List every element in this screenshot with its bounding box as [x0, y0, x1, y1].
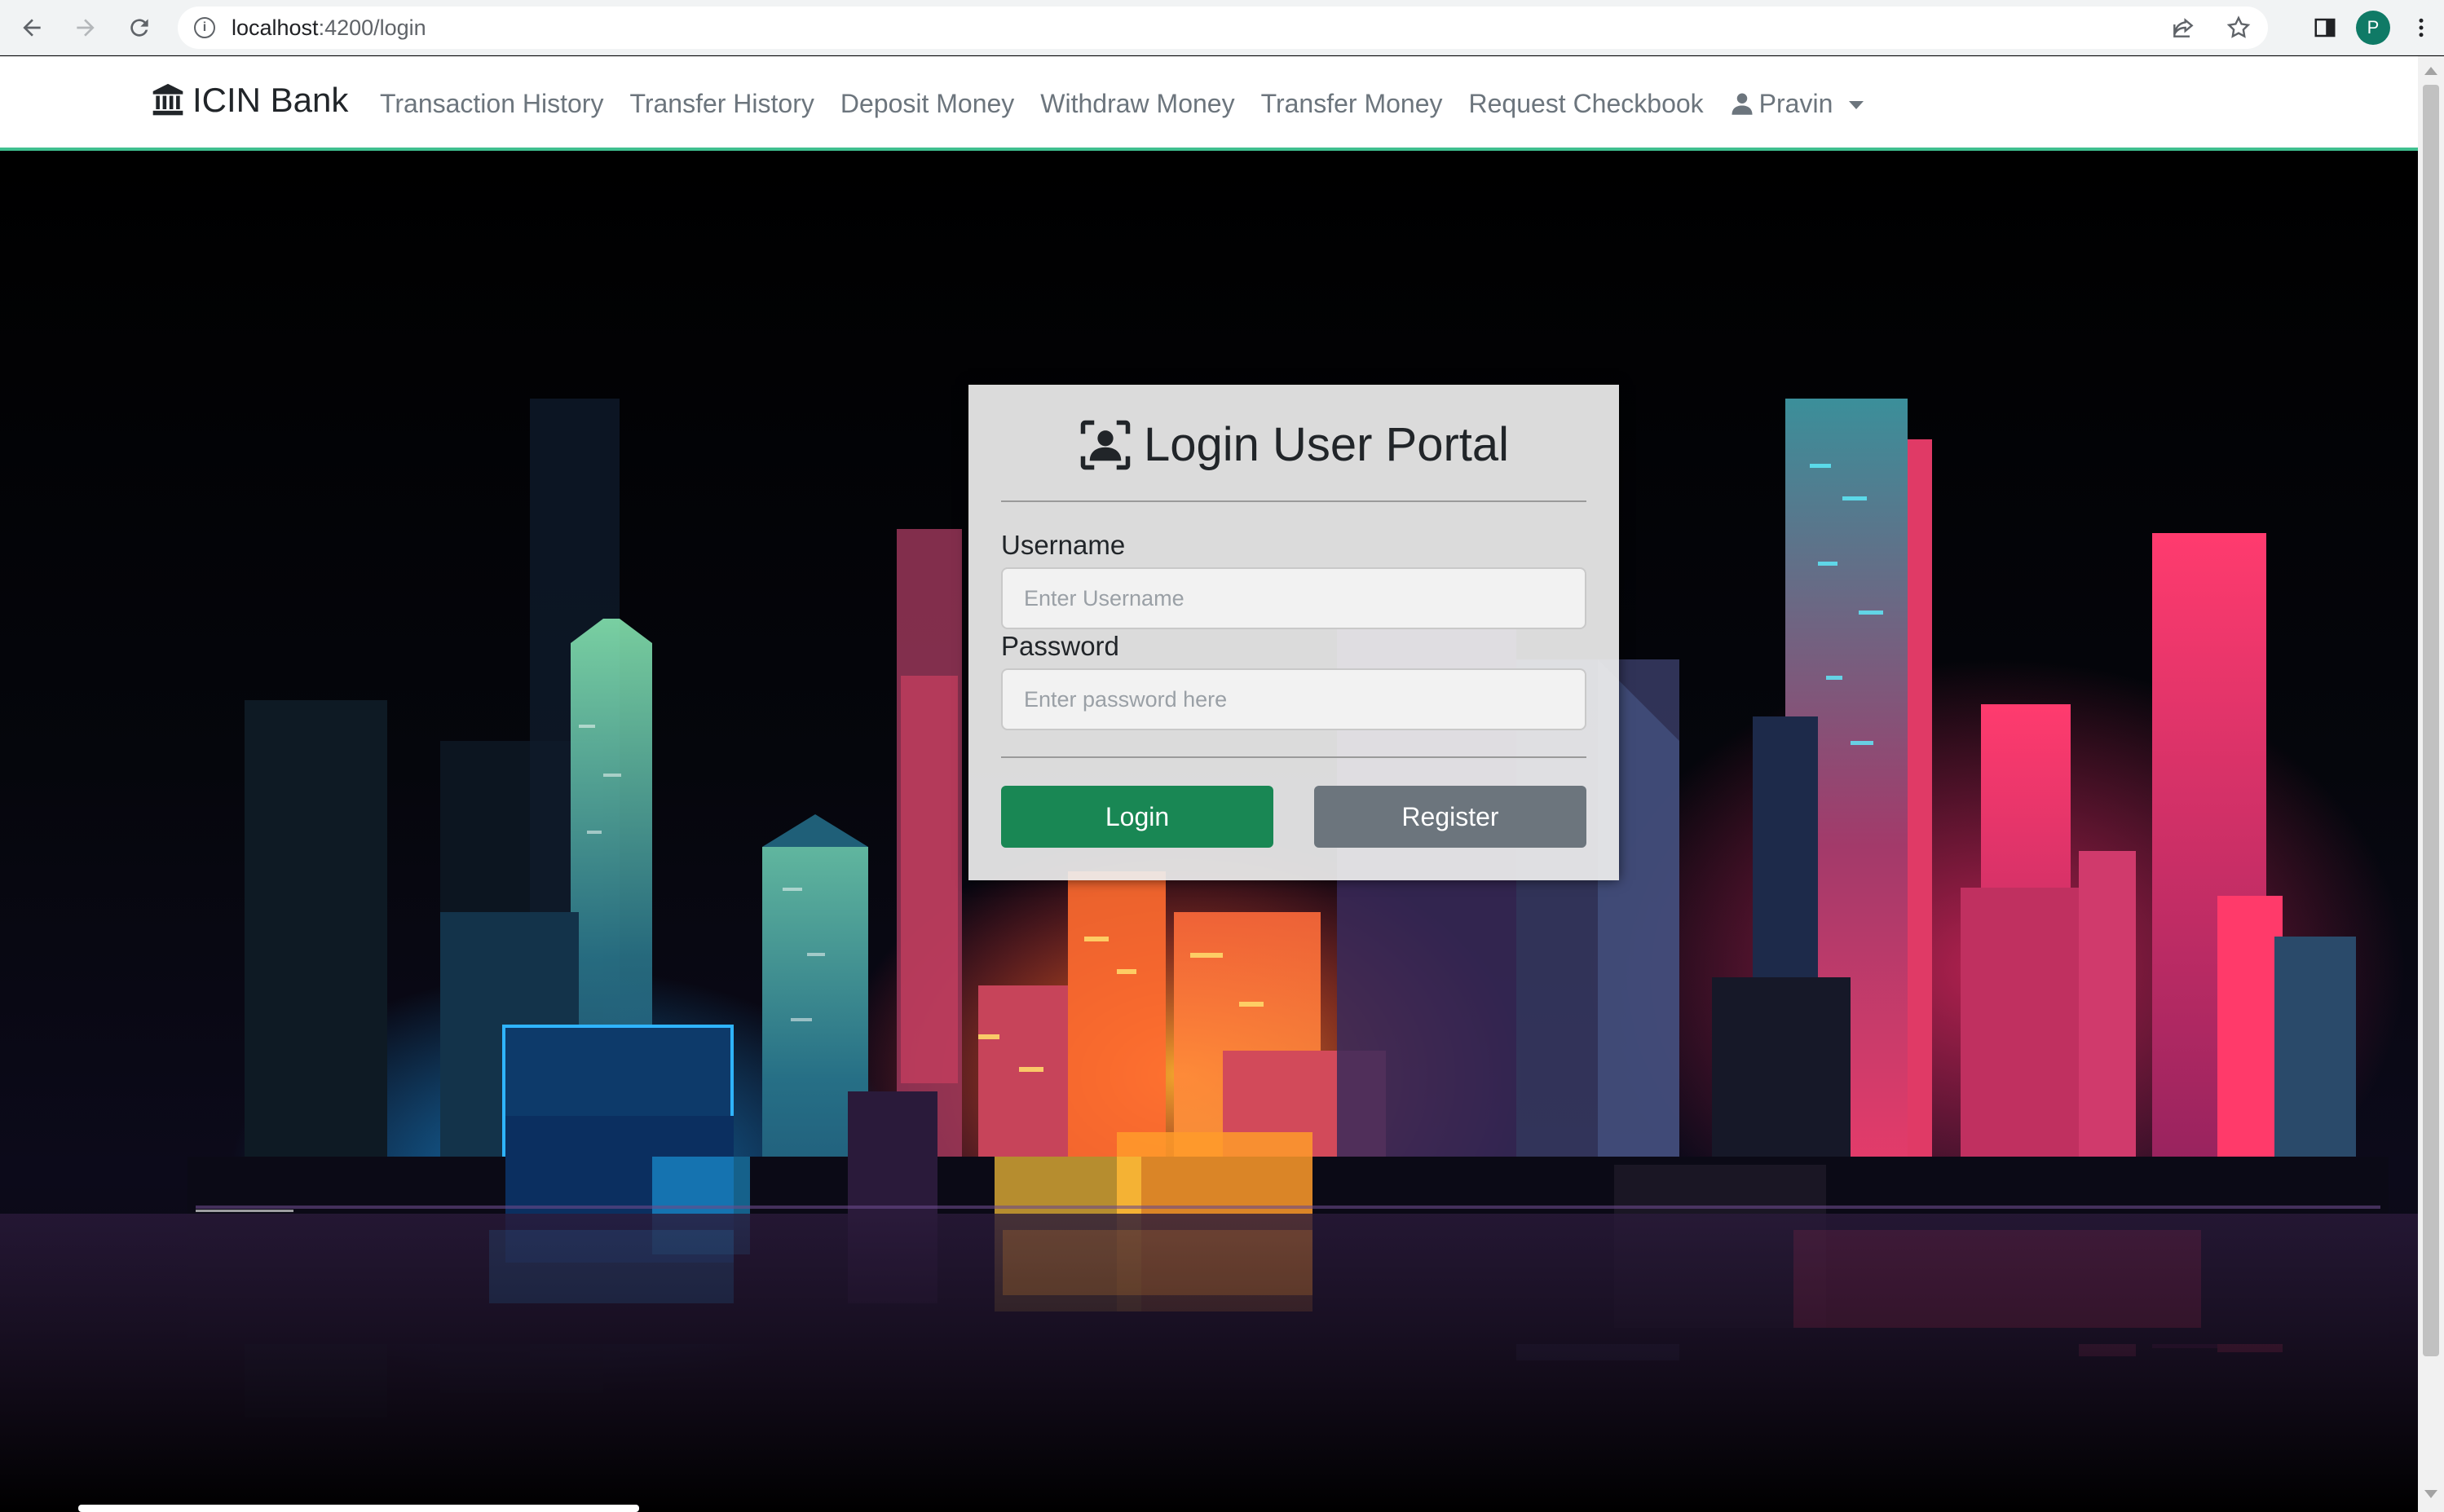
user-name: Pravin [1758, 88, 1833, 118]
arrow-right-icon [77, 18, 95, 37]
nav-transaction-history[interactable]: Transaction History [380, 89, 603, 119]
user-dropdown[interactable]: Pravin [1730, 89, 1864, 119]
url-path: :4200/login [318, 15, 426, 40]
chrome-menu-button[interactable] [2398, 5, 2444, 51]
browser-toolbar: i localhost:4200/login P [0, 0, 2444, 55]
bookmark-star-icon[interactable] [2226, 15, 2252, 41]
user-icon [1732, 93, 1753, 115]
address-bar[interactable]: i localhost:4200/login [178, 7, 2268, 49]
url-host: localhost [232, 15, 319, 40]
password-label: Password [1001, 631, 1119, 661]
scrollbar-thumb[interactable] [2423, 85, 2439, 1356]
brand-link[interactable]: ICIN Bank [150, 81, 348, 120]
nav-withdraw-money[interactable]: Withdraw Money [1040, 89, 1234, 119]
url-text: localhost:4200/login [232, 15, 426, 41]
arrow-left-icon [23, 18, 41, 37]
username-label: Username [1001, 530, 1126, 560]
site-info-icon[interactable]: i [194, 17, 215, 38]
user-portrait-icon [1080, 420, 1131, 469]
nav-links: Transaction History Transfer History Dep… [380, 56, 1864, 151]
reload-icon [130, 18, 148, 37]
side-panel-icon [2314, 18, 2336, 37]
brand-name: ICIN Bank [192, 81, 349, 119]
side-panel-button[interactable] [2302, 5, 2348, 51]
share-icon[interactable] [2170, 15, 2196, 41]
bank-icon [152, 83, 183, 116]
scroll-down-icon[interactable] [2424, 1490, 2437, 1498]
login-card: Login User Portal Username Password Logi… [968, 385, 1619, 880]
back-button[interactable] [10, 6, 54, 50]
app-navbar: ICIN Bank Transaction History Transfer H… [0, 56, 2418, 151]
more-vert-icon [2419, 18, 2424, 37]
chevron-down-icon [1849, 101, 1864, 109]
login-title-text: Login User Portal [1143, 418, 1510, 471]
horizontal-scrollbar-thumb[interactable] [78, 1505, 639, 1512]
nav-transfer-history[interactable]: Transfer History [629, 89, 814, 119]
form-divider [1001, 756, 1586, 758]
login-button[interactable]: Login [1001, 786, 1273, 848]
forward-button[interactable] [64, 6, 108, 50]
nav-request-checkbook[interactable]: Request Checkbook [1468, 89, 1703, 119]
register-button[interactable]: Register [1314, 786, 1586, 848]
nav-transfer-money[interactable]: Transfer Money [1261, 89, 1443, 119]
login-title: Login User Portal [968, 417, 1619, 472]
username-input[interactable] [1001, 567, 1586, 629]
nav-deposit-money[interactable]: Deposit Money [840, 89, 1014, 119]
title-divider [1001, 500, 1586, 502]
profile-avatar[interactable]: P [2356, 11, 2390, 45]
scroll-up-icon[interactable] [2424, 67, 2437, 75]
password-input[interactable] [1001, 668, 1586, 730]
reload-button[interactable] [117, 6, 161, 50]
